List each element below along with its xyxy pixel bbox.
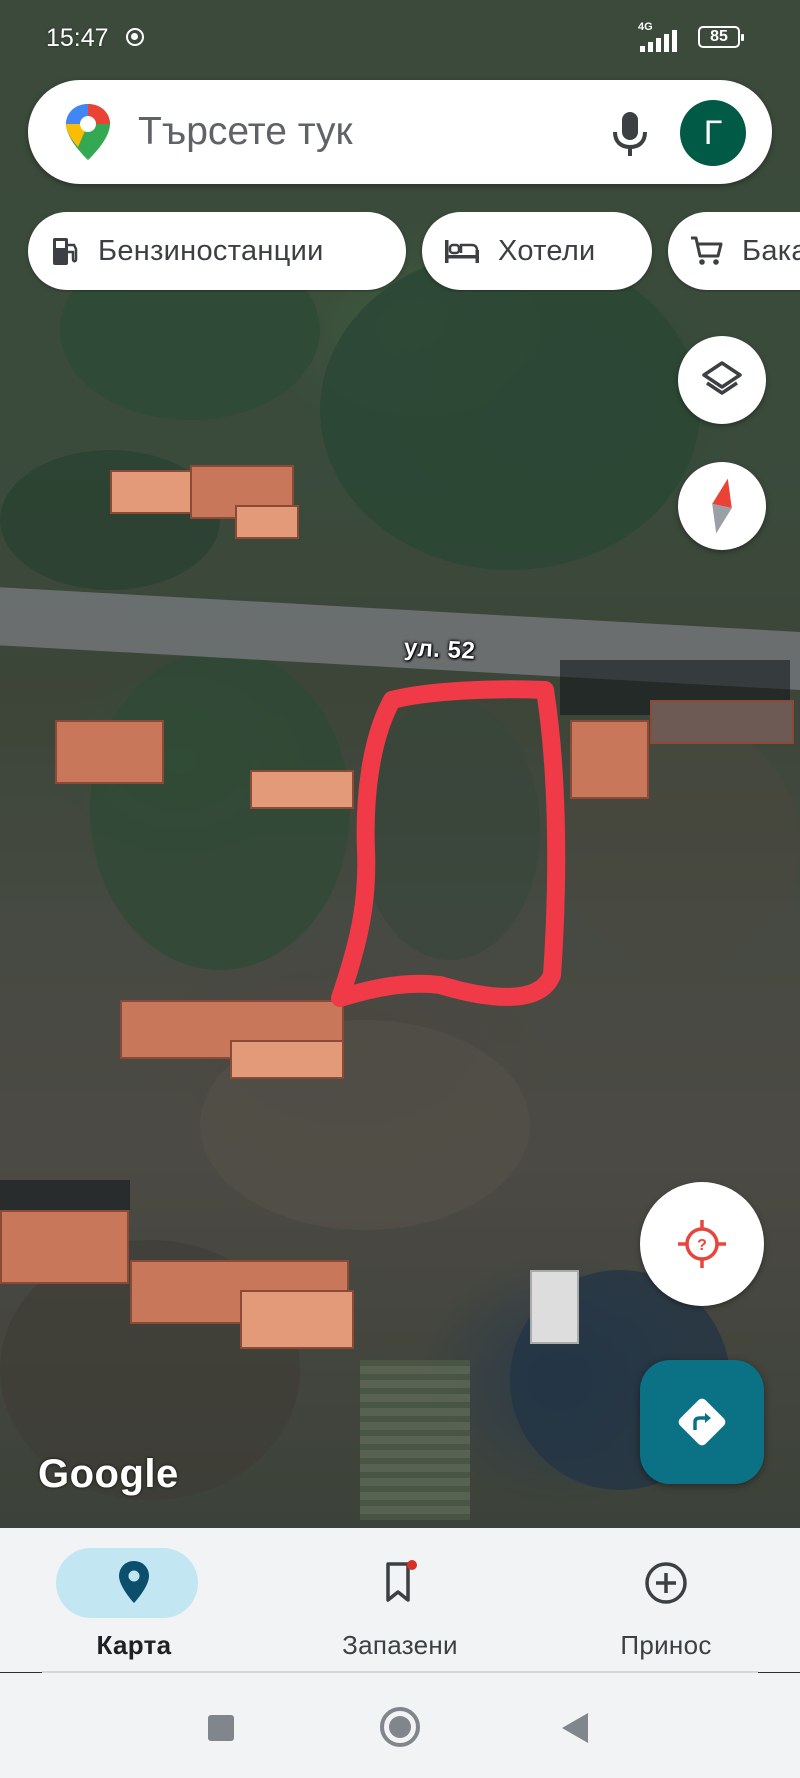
back-button[interactable] xyxy=(562,1713,588,1743)
tab-label: Запазени xyxy=(342,1630,458,1660)
street-label: ул. 52 xyxy=(403,634,476,665)
tab-label: Карта xyxy=(96,1630,172,1660)
signal-icon xyxy=(640,30,680,52)
microphone-icon[interactable] xyxy=(606,108,654,158)
category-chips: Бензиностанции Хотели Бакалии xyxy=(0,212,800,292)
tab-contribute[interactable]: Принос xyxy=(566,1538,766,1668)
directions-button[interactable] xyxy=(640,1360,764,1484)
status-time: 15:47 xyxy=(46,24,109,52)
chip-label: Бакалии xyxy=(742,234,800,267)
directions-icon xyxy=(678,1398,726,1446)
search-bar[interactable]: Търсете тук Г xyxy=(28,80,772,184)
battery-icon: 85 xyxy=(698,26,744,48)
shopping-cart-icon xyxy=(691,236,723,265)
system-navigation-bar xyxy=(0,1673,800,1778)
chip-label: Бензиностанции xyxy=(98,234,324,267)
map-pin-icon xyxy=(119,1561,149,1603)
chip-gas-stations[interactable]: Бензиностанции xyxy=(28,212,406,290)
compass-button[interactable] xyxy=(678,462,766,550)
google-maps-pin-icon xyxy=(66,104,110,160)
my-location-button[interactable]: ? xyxy=(640,1182,764,1306)
chip-hotels[interactable]: Хотели xyxy=(422,212,652,290)
layers-button[interactable] xyxy=(678,336,766,424)
bookmark-icon xyxy=(386,1560,417,1602)
status-bar: 15:47 4G 85 xyxy=(0,0,800,76)
hotspot-icon xyxy=(126,28,144,46)
add-circle-icon xyxy=(645,1562,687,1604)
tab-map[interactable]: Карта xyxy=(34,1538,234,1668)
chip-groceries[interactable]: Бакалии xyxy=(668,212,800,290)
recents-button[interactable] xyxy=(208,1715,234,1741)
google-logo: Google xyxy=(38,1452,179,1496)
gas-station-icon xyxy=(53,238,78,265)
battery-level: 85 xyxy=(710,28,728,45)
bottom-navigation: Карта Запазени Принос xyxy=(0,1528,800,1672)
layers-icon xyxy=(702,361,742,395)
account-avatar[interactable]: Г xyxy=(680,100,746,166)
compass-icon xyxy=(712,478,732,534)
home-button[interactable] xyxy=(380,1707,420,1747)
search-input[interactable]: Търсете тук xyxy=(138,110,353,154)
tab-label: Принос xyxy=(620,1630,712,1660)
svg-text:?: ? xyxy=(697,1237,707,1254)
hotel-bed-icon xyxy=(445,240,479,263)
tab-saved[interactable]: Запазени xyxy=(300,1538,500,1668)
chip-label: Хотели xyxy=(498,234,596,267)
location-unknown-icon: ? xyxy=(678,1220,726,1268)
notification-badge xyxy=(407,1560,417,1570)
